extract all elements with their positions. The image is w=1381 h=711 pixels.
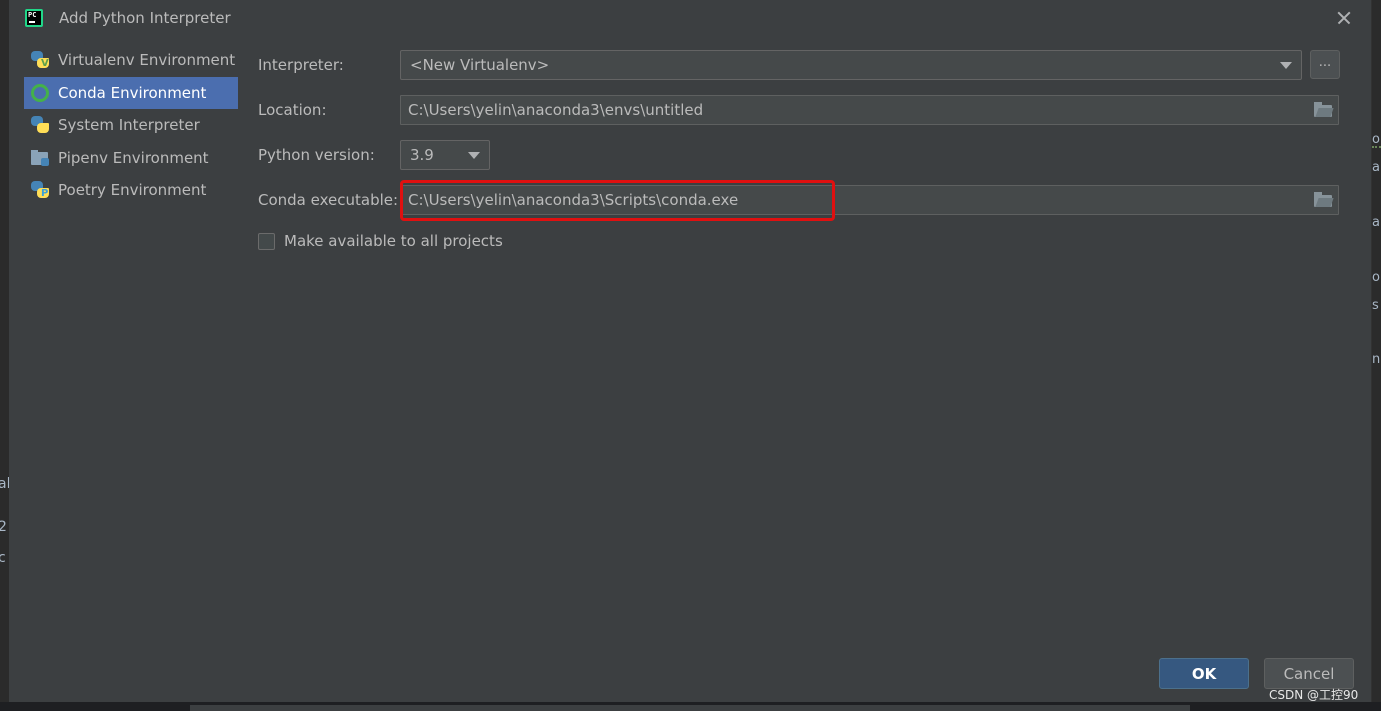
background-ide-bottom — [0, 702, 1381, 711]
background-code-fragment: n — [1372, 352, 1381, 367]
background-code-fragment: s — [1372, 298, 1379, 313]
background-code-fragment: 2 — [0, 519, 7, 535]
sidebar-item-label: Conda Environment — [58, 83, 207, 102]
make-available-label: Make available to all projects — [284, 232, 503, 250]
interpreter-type-list: V Virtualenv Environment Conda Environme… — [24, 44, 238, 207]
location-value: C:\Users\yelin\anaconda3\envs\untitled — [408, 101, 704, 119]
chevron-down-icon — [468, 152, 480, 159]
sidebar-item-conda[interactable]: Conda Environment — [24, 76, 238, 109]
chevron-down-icon — [1280, 62, 1292, 69]
conda-executable-label: Conda executable: — [258, 191, 399, 209]
sidebar-item-label: Pipenv Environment — [58, 148, 209, 167]
python-version-value: 3.9 — [410, 146, 434, 164]
python-virtualenv-icon: V — [30, 50, 50, 70]
pipenv-folder-icon — [30, 148, 50, 168]
browse-interpreter-button[interactable]: ... — [1310, 50, 1340, 79]
background-ide-right: o a a o s n — [1372, 0, 1381, 711]
location-label: Location: — [258, 101, 327, 119]
conda-executable-value: C:\Users\yelin\anaconda3\Scripts\conda.e… — [408, 191, 739, 209]
sidebar-item-label: Poetry Environment — [58, 181, 207, 200]
sidebar-item-system[interactable]: System Interpreter — [24, 109, 238, 142]
sidebar-item-poetry[interactable]: P Poetry Environment — [24, 174, 238, 207]
sidebar-item-pipenv[interactable]: Pipenv Environment — [24, 142, 238, 175]
background-code-fragment: a — [1372, 215, 1380, 230]
dialog-title: Add Python Interpreter — [59, 9, 231, 27]
python-version-combobox[interactable]: 3.9 — [400, 140, 490, 170]
background-code-fragment: a — [1372, 160, 1380, 175]
close-icon[interactable] — [1332, 6, 1356, 30]
python-poetry-icon: P — [30, 180, 50, 200]
background-ide-left: al. 2 c — [0, 0, 15, 711]
pycharm-icon: PC — [25, 9, 43, 27]
location-input[interactable]: C:\Users\yelin\anaconda3\envs\untitled — [400, 95, 1339, 125]
watermark: CSDN @工控90 — [1269, 688, 1359, 702]
conda-executable-input[interactable]: C:\Users\yelin\anaconda3\Scripts\conda.e… — [400, 185, 1339, 215]
folder-icon[interactable] — [1314, 192, 1334, 207]
make-available-checkbox[interactable] — [258, 232, 275, 250]
cancel-button[interactable]: Cancel — [1264, 658, 1354, 689]
sidebar-item-label: System Interpreter — [58, 116, 200, 135]
conda-icon — [31, 83, 49, 102]
make-available-checkbox-row[interactable]: Make available to all projects — [258, 232, 503, 250]
dialog-titlebar: PC Add Python Interpreter — [9, 0, 1372, 36]
background-squiggle — [1372, 145, 1381, 148]
background-code-fragment: o — [1372, 270, 1380, 285]
add-python-interpreter-dialog: PC Add Python Interpreter V Virtualenv E… — [9, 0, 1372, 702]
background-code-fragment: c — [0, 550, 6, 566]
ok-button[interactable]: OK — [1159, 658, 1249, 689]
python-version-label: Python version: — [258, 146, 375, 164]
interpreter-combobox[interactable]: <New Virtualenv> — [400, 50, 1302, 80]
sidebar-item-label: Virtualenv Environment — [58, 51, 236, 70]
background-scrollbar — [190, 705, 1190, 711]
sidebar-item-virtualenv[interactable]: V Virtualenv Environment — [24, 44, 238, 77]
folder-icon[interactable] — [1314, 102, 1334, 117]
interpreter-label: Interpreter: — [258, 56, 344, 74]
interpreter-value: <New Virtualenv> — [410, 56, 550, 74]
python-icon — [30, 115, 50, 135]
